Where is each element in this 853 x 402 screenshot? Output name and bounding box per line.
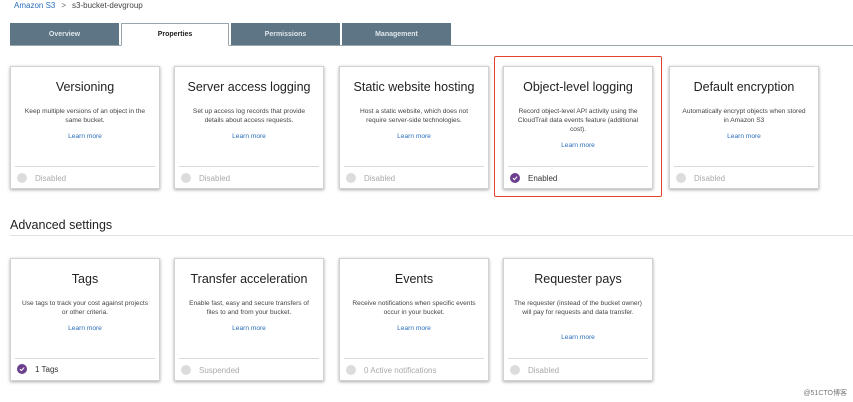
card-default-encryption[interactable]: Default encryption Automatically encrypt…: [669, 66, 819, 189]
card-title: Server access logging: [187, 80, 311, 94]
card-status: Disabled: [346, 173, 395, 183]
advanced-settings-title: Advanced settings: [10, 218, 113, 232]
card-requester-pays[interactable]: Requester pays The requester (instead of…: [503, 258, 653, 381]
status-dot-icon: [17, 173, 27, 183]
card-description: Set up access log records that provide d…: [192, 108, 306, 124]
learn-more-link[interactable]: Learn more: [175, 133, 323, 140]
card-status: Disabled: [17, 173, 66, 183]
status-text: Disabled: [199, 173, 231, 183]
card-tags[interactable]: Tags Use tags to track your cost against…: [10, 258, 160, 381]
status-text: Suspended: [199, 365, 240, 375]
card-status: 1 Tags: [17, 364, 58, 374]
card-status: 0 Active notifications: [346, 365, 436, 375]
status-dot-icon: [676, 173, 686, 183]
highlight-annotation-box: [494, 56, 662, 197]
tab-overview[interactable]: Overview: [10, 23, 119, 45]
learn-more-link[interactable]: Learn more: [340, 325, 488, 332]
card-server-access-logging[interactable]: Server access logging Set up access log …: [174, 66, 324, 189]
card-versioning[interactable]: Versioning Keep multiple versions of an …: [10, 66, 160, 189]
card-description: Use tags to track your cost against proj…: [21, 300, 149, 316]
status-text: Disabled: [364, 173, 396, 183]
learn-more-link[interactable]: Learn more: [11, 325, 159, 332]
card-status: Disabled: [510, 365, 559, 375]
card-description: Keep multiple versions of an object in t…: [24, 108, 146, 124]
status-dot-icon: [181, 173, 191, 183]
card-status: Disabled: [676, 173, 725, 183]
status-text: 0 Active notifications: [364, 365, 437, 375]
status-dot-icon: [346, 173, 356, 183]
card-title: Versioning: [55, 80, 115, 94]
tab-properties[interactable]: Properties: [121, 23, 229, 46]
breadcrumb: Amazon S3 > s3-bucket-devgroup: [14, 1, 143, 10]
card-description: The requester (instead of the bucket own…: [514, 300, 642, 316]
card-divider: [179, 358, 319, 359]
status-dot-icon: [181, 365, 191, 375]
status-dot-icon: [510, 365, 520, 375]
tab-bar: Overview Properties Permissions Manageme…: [10, 22, 853, 46]
card-divider: [674, 166, 814, 167]
learn-more-link[interactable]: Learn more: [670, 133, 818, 140]
card-description: Automatically encrypt objects when store…: [682, 108, 806, 124]
learn-more-link[interactable]: Learn more: [175, 325, 323, 332]
card-status: Disabled: [181, 173, 230, 183]
section-divider: [10, 235, 853, 236]
card-title: Transfer acceleration: [190, 272, 308, 286]
card-description: Enable fast, easy and secure transfers o…: [189, 300, 309, 316]
card-title: Static website hosting: [353, 80, 475, 94]
status-text: 1 Tags: [35, 364, 59, 374]
card-divider: [15, 358, 155, 359]
tab-permissions[interactable]: Permissions: [231, 23, 340, 45]
check-icon: [17, 364, 27, 374]
learn-more-link[interactable]: Learn more: [340, 133, 488, 140]
card-status: Suspended: [181, 365, 239, 375]
learn-more-link[interactable]: Learn more: [504, 334, 652, 341]
card-static-website-hosting[interactable]: Static website hosting Host a static web…: [339, 66, 489, 189]
card-transfer-acceleration[interactable]: Transfer acceleration Enable fast, easy …: [174, 258, 324, 381]
status-text: Disabled: [694, 173, 726, 183]
breadcrumb-bucket-name: s3-bucket-devgroup: [72, 1, 143, 10]
card-description: Receive notifications when specific even…: [352, 300, 476, 316]
status-dot-icon: [346, 365, 356, 375]
card-divider: [15, 166, 155, 167]
card-title: Default encryption: [693, 80, 795, 94]
tab-management[interactable]: Management: [342, 23, 451, 45]
card-title: Events: [394, 272, 434, 286]
breadcrumb-separator: >: [61, 1, 67, 10]
card-description: Host a static website, which does not re…: [359, 108, 469, 124]
card-divider: [344, 166, 484, 167]
card-title: Requester pays: [534, 272, 622, 286]
watermark: @51CTO博客: [803, 390, 847, 397]
learn-more-link[interactable]: Learn more: [11, 133, 159, 140]
card-title: Tags: [71, 272, 99, 286]
breadcrumb-amazon-s3[interactable]: Amazon S3: [14, 1, 55, 10]
status-text: Disabled: [528, 365, 560, 375]
card-divider: [508, 358, 648, 359]
card-events[interactable]: Events Receive notifications when specif…: [339, 258, 489, 381]
card-divider: [344, 358, 484, 359]
status-text: Disabled: [35, 173, 67, 183]
card-divider: [179, 166, 319, 167]
